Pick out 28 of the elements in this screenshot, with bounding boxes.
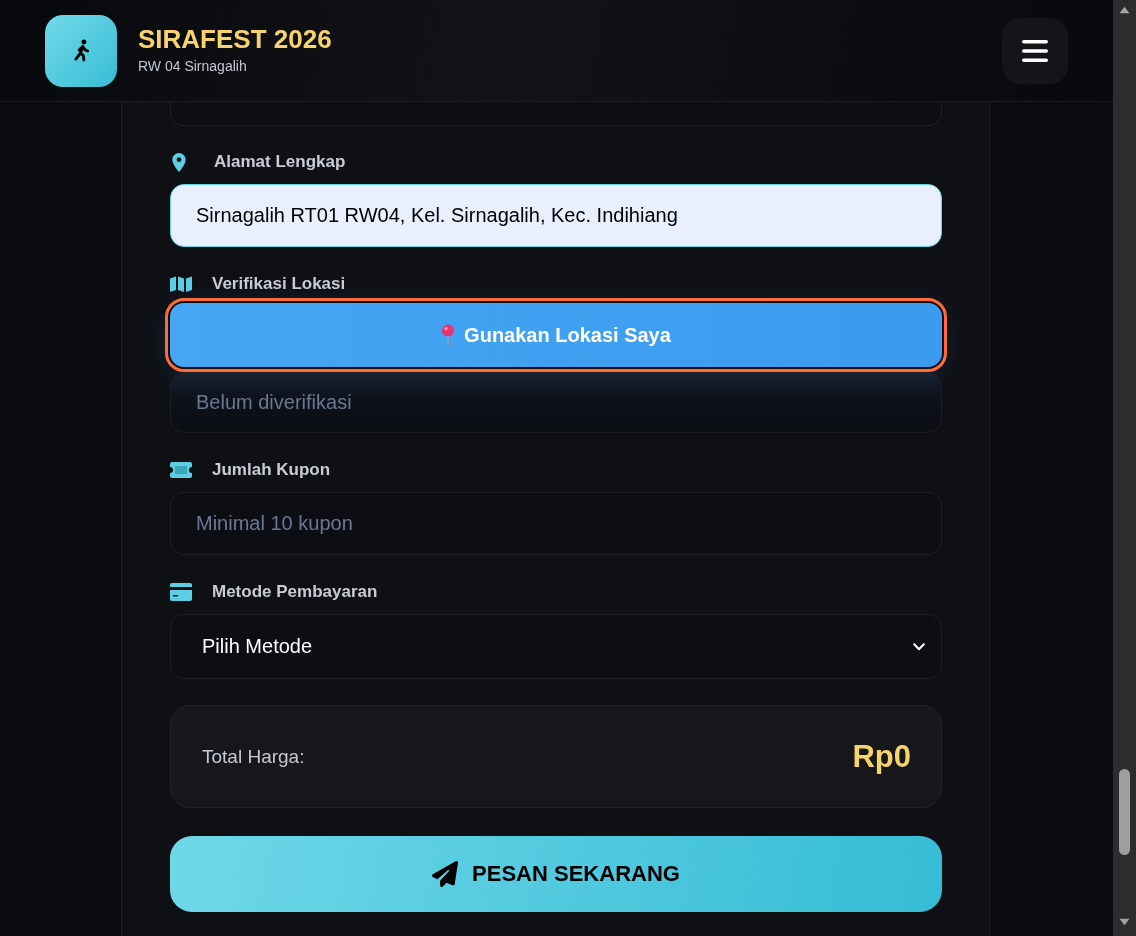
walking-figure-icon — [45, 14, 117, 87]
field-label: Alamat Lengkap — [214, 151, 346, 173]
scrollbar-track[interactable] — [1113, 0, 1136, 936]
input-field[interactable] — [170, 102, 942, 126]
total-value: Rp0 — [852, 738, 911, 775]
input-field[interactable]: Sirnagalih RT01 RW04, Kel. Sirnagalih, Kec. Indihiang — [170, 184, 942, 247]
paper-plane-icon — [432, 861, 459, 887]
map-pin-icon — [172, 152, 186, 172]
app-subtitle: RW 04 Sirnagalih — [138, 58, 248, 75]
menu-icon — [1022, 39, 1048, 62]
payment-method-select[interactable]: Pilih Metode — [170, 614, 942, 679]
pushpin-icon — [441, 324, 456, 346]
input-field[interactable]: Minimal 10 kupon — [170, 492, 942, 555]
scrollbar-thumb[interactable] — [1119, 769, 1130, 855]
scroll-down-arrow-icon[interactable] — [1119, 918, 1130, 926]
ticket-icon — [170, 462, 192, 478]
field-label: Metode Pembayaran — [212, 581, 378, 603]
field-label: Jumlah Kupon — [212, 459, 331, 481]
field-label: Verifikasi Lokasi — [212, 273, 346, 295]
order-now-button[interactable]: PESAN SEKARANG — [170, 836, 942, 912]
scroll-up-arrow-icon[interactable] — [1119, 6, 1130, 14]
location-status-field[interactable]: Belum diverifikasi — [170, 372, 942, 433]
credit-card-icon — [170, 583, 192, 601]
total-label: Total Harga: — [202, 745, 305, 768]
menu-button[interactable] — [1002, 17, 1068, 84]
app-title: SIRAFEST 2026 — [138, 24, 332, 54]
chevron-down-icon — [913, 642, 925, 651]
folded-map-icon — [170, 276, 192, 292]
